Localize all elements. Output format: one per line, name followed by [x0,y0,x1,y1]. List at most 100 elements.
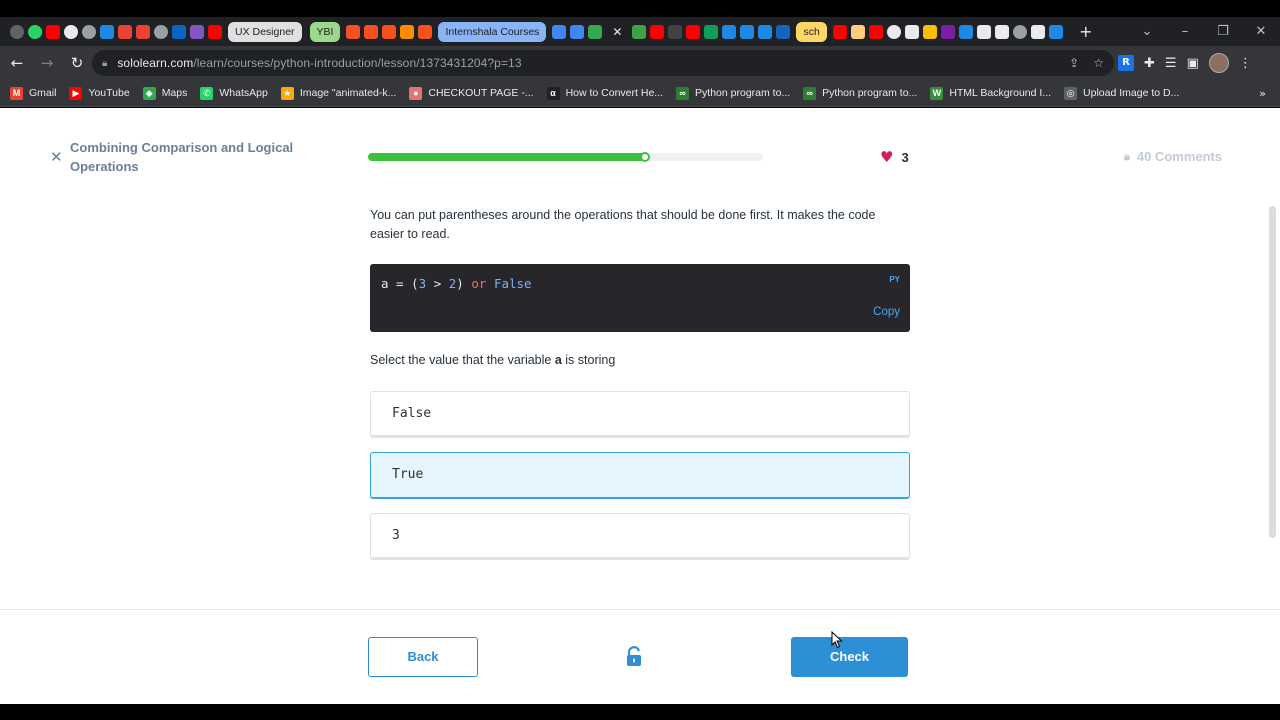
close-icon[interactable]: ✕ [50,148,63,166]
globe-tab-icon[interactable] [154,24,168,39]
bookmark-item[interactable]: α How to Convert He... [546,86,663,100]
tab-internshala-courses[interactable]: Internshala Courses [438,21,547,42]
menu-kebab-icon[interactable]: ⋮ [1239,56,1252,71]
copy-button[interactable]: Copy [873,306,900,318]
check-button[interactable]: Check [791,637,908,677]
lock-icon[interactable]: 🔒︎ [102,58,107,69]
gmail-tab-icon[interactable] [136,24,150,39]
tab-icon[interactable] [382,24,397,39]
tab-icon[interactable] [668,24,683,39]
new-tab-icon[interactable]: + [1075,23,1097,39]
tab-ux-designer[interactable]: UX Designer [228,21,302,42]
bookmarks-overflow-icon[interactable]: » [1259,87,1266,100]
answer-option-3[interactable]: 3 [370,513,910,560]
bookmark-label: YouTube [88,87,130,99]
bookmark-item[interactable]: ∞ Python program to... [676,86,790,100]
close-tab-icon[interactable]: ✕ [606,25,628,39]
github-tab-icon[interactable] [64,24,78,39]
play-store-tab-icon[interactable] [588,24,603,39]
tab-icon[interactable] [940,24,955,39]
tab-icon[interactable] [190,24,204,39]
tab-icon[interactable] [722,24,737,39]
youtube-tab-icon[interactable] [650,24,665,39]
youtube-tab-icon[interactable] [832,24,847,39]
youtube-tab-icon[interactable] [208,24,222,39]
tab-icon[interactable] [100,24,114,39]
tab-icon[interactable] [570,24,585,39]
bookmark-item[interactable]: ★ Image "animated-k... [280,86,396,100]
bookmark-item[interactable]: M Gmail [10,86,57,100]
share-icon[interactable]: ⇪ [1069,56,1079,70]
youtube-tab-icon[interactable] [686,24,701,39]
tab-icon[interactable] [886,24,901,39]
youtube-tab-icon[interactable] [868,24,883,39]
lesson-progress-bar [368,152,763,162]
tab-icon[interactable] [400,24,415,39]
tab-icon[interactable] [850,24,865,39]
tab-favicon[interactable] [10,24,24,39]
comments-link[interactable]: 🔒︎ 40 Comments [1124,149,1222,164]
profile-avatar[interactable] [1208,53,1229,73]
tab-icon[interactable] [740,24,755,39]
tab-sch[interactable]: sch [796,21,827,42]
close-window-icon[interactable]: ✕ [1242,24,1280,39]
tab-icon[interactable] [552,24,567,39]
tab-icon[interactable] [958,24,973,39]
bookmark-label: Gmail [29,87,57,99]
youtube-tab-icon[interactable] [46,24,60,39]
tab-icon[interactable] [758,24,773,39]
tab-icon[interactable] [1030,24,1045,39]
code-constant: False [493,276,532,291]
minimize-icon[interactable]: – [1166,24,1204,39]
globe-tab-icon[interactable] [82,24,96,39]
tab-icon[interactable] [346,24,361,39]
bookmark-item[interactable]: ∞ Python program to... [803,86,917,100]
tab-icon[interactable] [632,24,647,39]
tab-icon[interactable] [704,24,719,39]
forward-arrow-icon[interactable]: → [34,54,60,72]
progress-fill [368,153,645,161]
heart-icon: ♥ [880,148,894,166]
globe-tab-icon[interactable] [1012,24,1027,39]
bookmark-item[interactable]: ● CHECKOUT PAGE -... [409,86,534,100]
lesson-text: You can put parentheses around the opera… [370,208,876,241]
question-prefix: Select the value that the variable [370,353,555,367]
tab-icon[interactable] [418,24,433,39]
answer-option-true[interactable]: True [370,452,910,499]
linkedin-tab-icon[interactable] [172,24,186,39]
bookmark-item[interactable]: ▶ YouTube [69,86,130,100]
bookmark-item[interactable]: ◎ Upload Image to D... [1064,86,1179,100]
tab-icon[interactable] [976,24,991,39]
whatsapp-tab-icon[interactable] [28,24,42,39]
tab-icon[interactable] [922,24,937,39]
bookmark-item[interactable]: ✆ WhatsApp [200,86,268,100]
bookmark-icon: ◆ [142,86,156,100]
tab-ybi[interactable]: YBI [309,21,341,42]
url-input[interactable]: 🔒︎ sololearn.com/learn/courses/python-in… [92,50,1114,76]
hearts-counter[interactable]: ♥ 3 [880,148,909,166]
back-arrow-icon[interactable]: ← [4,54,30,72]
side-panel-icon[interactable]: ▣ [1187,56,1199,71]
reading-list-icon[interactable]: ☰ [1165,56,1177,71]
extensions-puzzle-icon[interactable]: ✚ [1144,56,1155,71]
reload-icon[interactable]: ↻ [64,54,90,72]
tab-icon[interactable] [364,24,379,39]
page-scrollbar[interactable] [1269,206,1276,538]
back-button[interactable]: Back [368,637,478,677]
tab-icon[interactable] [994,24,1009,39]
url-text: sololearn.com/learn/courses/python-intro… [117,56,521,70]
tab-icon[interactable] [904,24,919,39]
answer-option-false[interactable]: False [370,391,910,438]
unlock-icon[interactable] [624,646,644,668]
tab-icon[interactable] [1048,24,1063,39]
bookmark-star-icon[interactable]: ☆ [1093,56,1104,70]
tab-icon[interactable] [776,24,791,39]
bookmark-icon: ★ [280,86,294,100]
tab-search-icon[interactable]: ⌄ [1128,24,1166,39]
restore-icon[interactable]: ❐ [1204,24,1242,39]
gmail-tab-icon[interactable] [118,24,132,39]
extension-r-icon[interactable]: R [1118,55,1134,71]
question-variable: a [554,353,562,367]
bookmark-item[interactable]: ◆ Maps [142,86,187,100]
bookmark-item[interactable]: W HTML Background I... [930,86,1051,100]
